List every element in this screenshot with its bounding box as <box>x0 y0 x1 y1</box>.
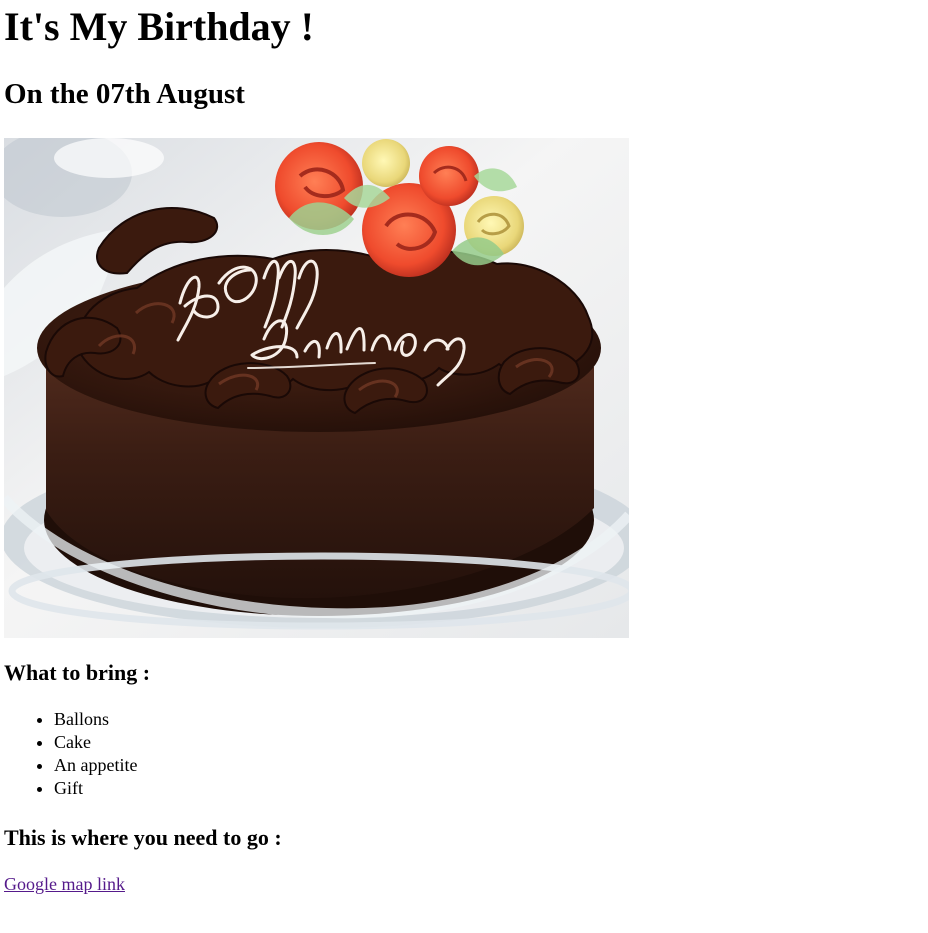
bring-heading: What to bring : <box>4 660 151 685</box>
list-item-ballons: Ballons <box>54 708 137 731</box>
google-map-link[interactable]: Google map link <box>4 873 125 896</box>
birthday-page: It's My Birthday ! On the 07th August Wh… <box>0 0 928 933</box>
page-subtitle: On the 07th August <box>4 78 245 110</box>
list-item-appetite: An appetite <box>54 754 137 777</box>
page-title: It's My Birthday ! <box>4 4 314 49</box>
list-item-cake: Cake <box>54 731 137 754</box>
directions-heading: This is where you need to go : <box>4 825 282 850</box>
list-item-gift: Gift <box>54 777 137 800</box>
birthday-cake-image <box>4 138 629 638</box>
bring-list: Ballons Cake An appetite Gift <box>0 708 137 800</box>
